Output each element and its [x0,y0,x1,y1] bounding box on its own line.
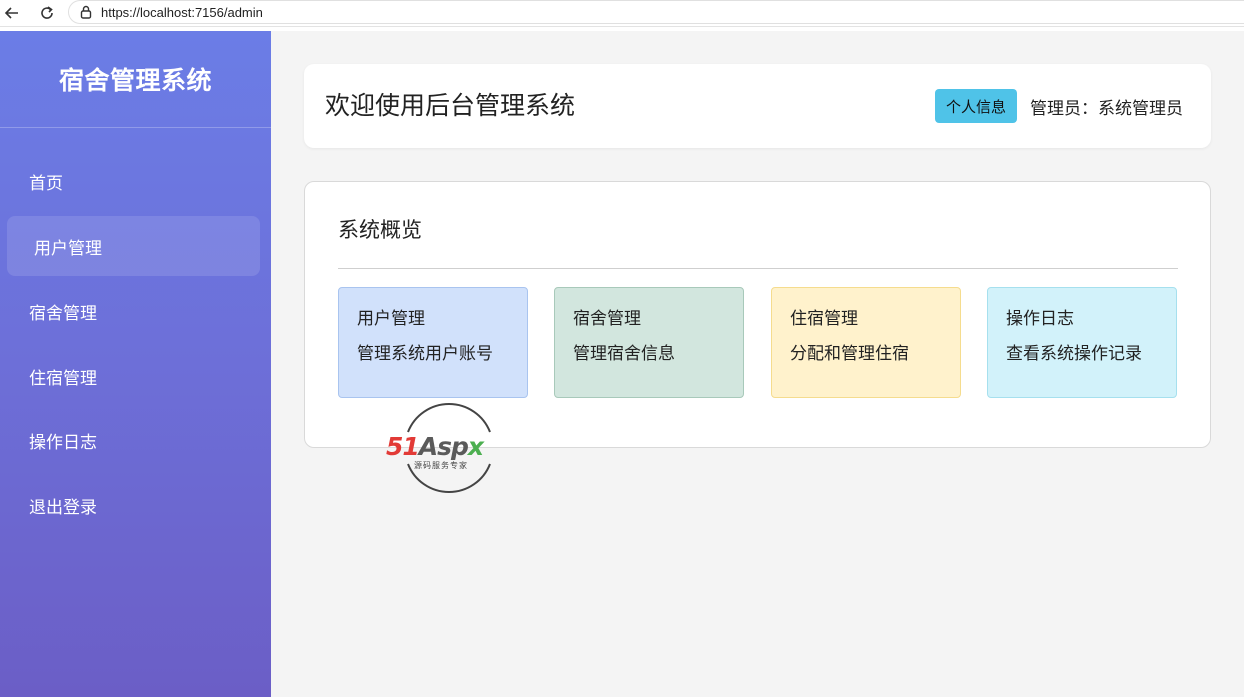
sidebar-item-logs[interactable]: 操作日志 [7,410,260,470]
overview-title: 系统概览 [338,218,422,242]
reload-icon[interactable] [36,2,58,24]
sidebar-item-dorms[interactable]: 宿舍管理 [7,281,260,341]
sidebar-item-accommodation[interactable]: 住宿管理 [7,346,260,406]
watermark-logo: 51Aspx 源码服务专家 [386,402,512,494]
watermark-x: x [467,432,484,461]
address-bar[interactable]: https://localhost:7156/admin [68,0,1244,24]
tile-desc: 查看系统操作记录 [1006,344,1142,364]
header-card: 欢迎使用后台管理系统 个人信息 管理员：系统管理员 [304,64,1211,148]
lock-icon[interactable] [79,5,93,19]
watermark-51: 51 [386,432,420,461]
tile-desc: 管理宿舍信息 [573,344,675,364]
tile-desc: 管理系统用户账号 [357,344,493,364]
main-content: 欢迎使用后台管理系统 个人信息 管理员：系统管理员 系统概览 用户管理 管理系统… [271,31,1244,697]
tile-logs[interactable]: 操作日志 查看系统操作记录 [987,287,1177,398]
watermark-tagline: 源码服务专家 [414,461,468,470]
admin-label: 管理员：系统管理员 [1030,99,1183,119]
profile-button[interactable]: 个人信息 [935,89,1017,123]
tile-accommodation[interactable]: 住宿管理 分配和管理住宿 [771,287,961,398]
tile-desc: 分配和管理住宿 [790,344,909,364]
toolbar-divider [0,26,1244,27]
tile-dorms[interactable]: 宿舍管理 管理宿舍信息 [554,287,744,398]
browser-toolbar: https://localhost:7156/admin [0,0,1244,26]
tile-title: 用户管理 [357,309,425,329]
sidebar-item-logout[interactable]: 退出登录 [7,475,260,535]
sidebar: 宿舍管理系统 首页 用户管理 宿舍管理 住宿管理 操作日志 退出登录 [0,31,271,697]
back-icon[interactable] [1,2,23,24]
tile-users[interactable]: 用户管理 管理系统用户账号 [338,287,528,398]
tile-title: 宿舍管理 [573,309,641,329]
overview-divider [338,268,1178,269]
tile-title: 操作日志 [1006,309,1074,329]
watermark-asp: Asp [418,432,469,461]
page-title: 欢迎使用后台管理系统 [325,91,576,120]
watermark-text: 51Aspx [386,432,484,461]
tile-title: 住宿管理 [790,309,858,329]
sidebar-item-users[interactable]: 用户管理 [7,216,260,276]
sidebar-item-home[interactable]: 首页 [7,151,260,211]
sidebar-brand: 宿舍管理系统 [0,31,271,128]
url-text: https://localhost:7156/admin [101,4,263,20]
